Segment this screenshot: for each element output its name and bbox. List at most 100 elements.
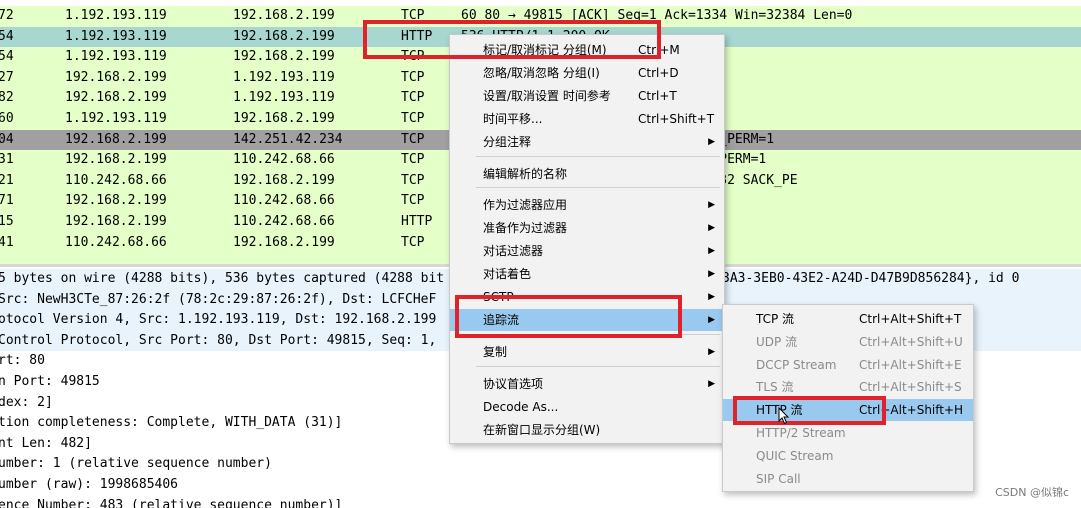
packet-destination: 192.168.2.199 [233,234,335,250]
menu-item-label: 对话过滤器 [483,244,544,258]
annotation-box-http-stream [733,396,886,425]
packet-source: 1.192.193.119 [65,28,167,44]
submenu-item-shortcut: Ctrl+Alt+Shift+U [859,334,963,349]
packet-number: 15 [0,214,14,229]
context-menu-item[interactable]: 复制 ▶ [450,341,724,363]
menu-item-shortcut: Ctrl+T [638,89,677,103]
context-menu-item[interactable]: 忽略/取消忽略 分组(I) Ctrl+D [450,62,724,84]
detail-text: otocol Version 4, Src: 1.192.193.119, Ds… [0,312,437,328]
context-menu-item[interactable]: 分组注释 ▶ [450,131,724,153]
packet-protocol: TCP [401,152,425,168]
submenu-item-label: QUIC Stream [756,448,834,463]
packet-source: 192.168.2.199 [65,131,167,147]
menu-item-label: 作为过滤器应用 [483,198,568,212]
packet-destination: 192.168.2.199 [233,49,335,65]
packet-number: 82 [0,90,14,106]
menu-item-label: Decode As... [483,400,559,414]
context-menu-item[interactable]: 准备作为过滤器 ▶ [450,217,724,239]
submenu-arrow-icon: ▶ [708,292,715,302]
context-menu-item[interactable]: Decode As... [450,396,724,418]
packet-protocol: TCP [401,193,425,209]
detail-row[interactable]: ence Number: 483 (relative sequence numb… [0,496,1081,508]
packet-source: 110.242.68.66 [65,234,167,250]
mouse-cursor-icon [778,407,790,425]
packet-number: 71 [0,193,14,209]
submenu-item-label: TCP 流 [756,312,795,326]
detail-text: ence Number: 483 (relative sequence numb… [0,497,343,508]
context-menu-item[interactable]: 设置/取消设置 时间参考 Ctrl+T [450,85,724,107]
context-menu-item[interactable]: 协议首选项 ▶ [450,373,724,395]
submenu-arrow-icon: ▶ [708,200,715,210]
context-menu-item[interactable]: 编辑解析的名称 [450,163,724,185]
packet-destination: 142.251.42.234 [233,131,343,147]
packet-destination: 192.168.2.199 [233,172,335,188]
packet-destination: 110.242.68.66 [233,214,335,229]
packet-number: 60 [0,111,14,126]
packet-destination: 1.192.193.119 [233,69,335,85]
menu-item-label: 时间平移... [483,112,543,126]
packet-protocol: TCP [401,111,425,126]
annotation-box-http-cell [363,20,661,59]
menu-item-label: 忽略/取消忽略 分组(I) [483,66,600,80]
menu-item-label: 在新窗口显示分组(W) [483,423,601,437]
menu-separator [476,366,720,367]
packet-destination: 110.242.68.66 [233,152,335,168]
submenu-item-label: DCCP Stream [756,357,837,372]
menu-item-label: 协议首选项 [483,377,544,391]
detail-text: Src: NewH3CTe_87:26:2f (78:2c:29:87:26:2… [0,291,437,307]
watermark: CSDN @似锦c [995,486,1069,499]
packet-protocol: TCP [401,131,425,147]
packet-source: 192.168.2.199 [65,193,167,209]
packet-protocol: TCP [401,234,425,250]
menu-item-shortcut: Ctrl+Shift+T [638,112,715,126]
packet-number: 27 [0,69,14,85]
packet-destination: 1.192.193.119 [233,90,335,106]
submenu-arrow-icon: ▶ [708,269,715,279]
detail-text: umber (raw): 1998685406 [0,477,179,492]
detail-text: dex: 2] [0,394,53,410]
packet-number: 54 [0,28,14,44]
detail-text: nt Len: 482] [0,435,92,451]
submenu-item[interactable]: SIP Call [723,468,973,490]
packet-number: 04 [0,131,14,147]
menu-item-label: 编辑解析的名称 [483,167,568,181]
menu-item-label: 准备作为过滤器 [483,221,568,235]
packet-source: 1.192.193.119 [65,111,167,126]
menu-item-label: 对话着色 [483,267,532,281]
submenu-item-label: SIP Call [756,471,801,486]
submenu-item[interactable]: QUIC Stream [723,445,973,467]
detail-text-right: 3A3-3EB0-43E2-A24D-D47B9D856284}, id 0 [722,271,1020,286]
submenu-arrow-icon: ▶ [708,246,715,256]
annotation-box-follow-stream [455,295,682,338]
context-menu-item[interactable]: 对话着色 ▶ [450,263,724,285]
packet-number: 31 [0,152,14,168]
context-menu-item[interactable]: 在新窗口显示分组(W) [450,419,724,441]
context-menu-item[interactable]: 对话过滤器 ▶ [450,240,724,262]
packet-protocol: TCP [401,69,425,85]
packet-number: 41 [0,234,14,250]
submenu-item[interactable]: HTTP/2 Stream [723,422,973,444]
packet-number: 21 [0,172,14,188]
packet-destination: 110.242.68.66 [233,193,335,209]
submenu-item-shortcut: Ctrl+Alt+Shift+E [859,357,962,372]
submenu-item[interactable]: UDP 流 Ctrl+Alt+Shift+U [723,331,973,353]
context-menu-item[interactable]: 作为过滤器应用 ▶ [450,194,724,216]
context-menu: 标记/取消标记 分组(M) Ctrl+M 忽略/取消忽略 分组(I) Ctrl+D 设置… [449,34,725,444]
submenu-item[interactable]: TCP 流 Ctrl+Alt+Shift+T [723,308,973,330]
packet-protocol: TCP [401,90,425,106]
detail-text: umber: 1 (relative sequence number) [0,456,272,472]
detail-text: Control Protocol, Src Port: 80, Dst Port… [0,332,437,348]
context-menu-item[interactable]: 时间平移... Ctrl+Shift+T [450,108,724,130]
menu-item-label: 分组注释 [483,135,532,149]
detail-text: rt: 80 [0,353,45,369]
packet-source: 1.192.193.119 [65,8,167,23]
packet-number: 72 [0,8,14,23]
packet-destination: 192.168.2.199 [233,28,335,44]
submenu-item[interactable]: DCCP Stream Ctrl+Alt+Shift+E [723,354,973,376]
menu-item-label: 复制 [483,345,508,359]
detail-text: n Port: 49815 [0,374,100,389]
submenu-arrow-icon: ▶ [708,137,715,147]
packet-source: 192.168.2.199 [65,90,167,106]
submenu-item-label: HTTP/2 Stream [756,426,846,440]
packet-number: 54 [0,49,14,65]
